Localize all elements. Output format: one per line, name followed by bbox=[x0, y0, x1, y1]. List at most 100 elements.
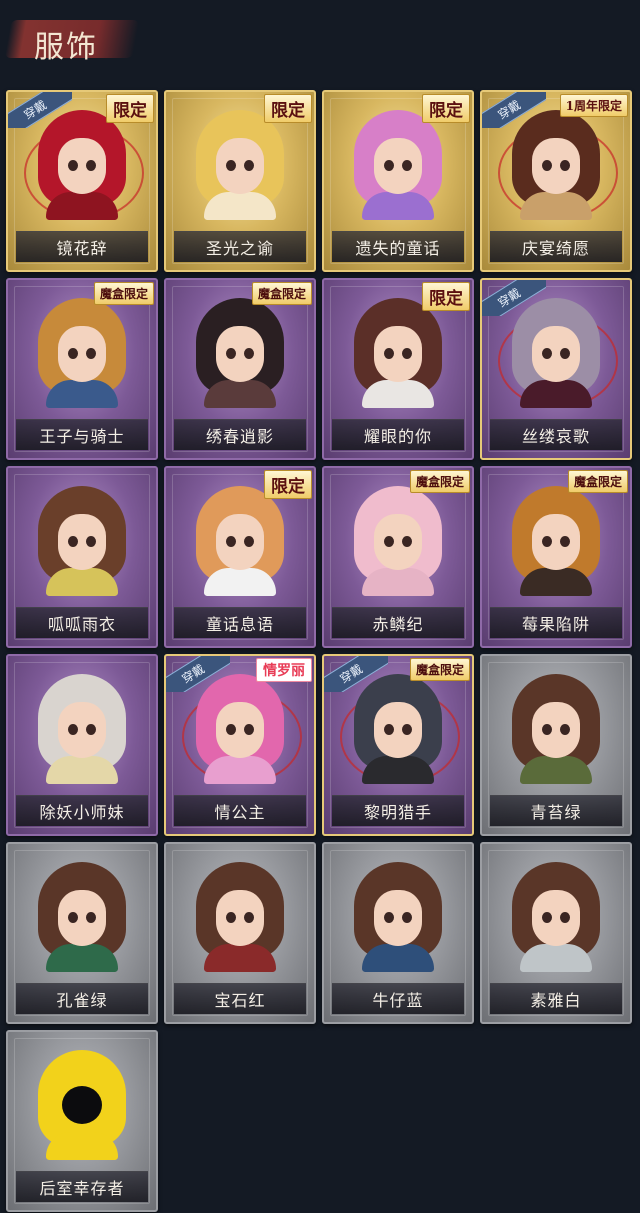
portrait-outfit bbox=[520, 944, 592, 972]
portrait-face bbox=[58, 138, 106, 194]
costume-portrait bbox=[32, 862, 132, 972]
portrait-outfit bbox=[520, 192, 592, 220]
costume-name: 黎明猎手 bbox=[363, 803, 432, 822]
costume-card[interactable]: 孔雀绿 bbox=[6, 842, 158, 1024]
worn-label: 穿戴 bbox=[482, 280, 546, 316]
portrait-eye bbox=[384, 912, 394, 923]
costume-card[interactable]: 宝石红 bbox=[164, 842, 316, 1024]
portrait-eye bbox=[402, 536, 412, 547]
portrait-eye bbox=[384, 724, 394, 735]
costume-card[interactable]: 呱呱雨衣 bbox=[6, 466, 158, 648]
portrait-outfit bbox=[362, 756, 434, 784]
worn-ribbon: 穿戴 bbox=[8, 92, 72, 128]
portrait-eye bbox=[68, 912, 78, 923]
costume-name-bar: 后室幸存者 bbox=[16, 1171, 148, 1202]
costume-portrait bbox=[506, 486, 606, 596]
costume-card[interactable]: 1周年限定 穿戴 庆宴绮愿 bbox=[480, 90, 632, 272]
portrait-outfit bbox=[46, 944, 118, 972]
portrait-eye bbox=[560, 724, 570, 735]
portrait-outfit bbox=[362, 944, 434, 972]
costume-portrait bbox=[32, 486, 132, 596]
worn-ribbon: 穿戴 bbox=[482, 92, 546, 128]
limited-tag: 限定 bbox=[264, 470, 312, 499]
portrait-outfit bbox=[520, 756, 592, 784]
costume-name: 宝石红 bbox=[214, 991, 266, 1010]
costume-portrait bbox=[506, 862, 606, 972]
costume-portrait bbox=[32, 298, 132, 408]
costume-name-bar: 绣春逍影 bbox=[174, 419, 306, 450]
costume-name-bar: 圣光之谕 bbox=[174, 231, 306, 262]
worn-ribbon: 穿戴 bbox=[324, 656, 388, 692]
portrait-eye bbox=[542, 348, 552, 359]
costume-card[interactable]: 素雅白 bbox=[480, 842, 632, 1024]
costume-card[interactable]: 魔盒限定 穿戴黎明猎手 bbox=[322, 654, 474, 836]
costume-card[interactable]: 青苔绿 bbox=[480, 654, 632, 836]
section-title: 服饰 bbox=[34, 30, 98, 65]
costume-card[interactable]: 魔盒限定绣春逍影 bbox=[164, 278, 316, 460]
portrait-eye bbox=[86, 724, 96, 735]
portrait-face bbox=[216, 138, 264, 194]
costume-name: 庆宴绮愿 bbox=[521, 239, 590, 258]
portrait-eye bbox=[68, 160, 78, 171]
portrait-outfit bbox=[204, 380, 276, 408]
portrait-eye bbox=[226, 348, 236, 359]
costume-card[interactable]: 限定 穿戴 镜花辞 bbox=[6, 90, 158, 272]
costume-name: 呱呱雨衣 bbox=[47, 615, 116, 634]
portrait-face bbox=[58, 326, 106, 382]
worn-ribbon: 穿戴 bbox=[166, 656, 230, 692]
portrait-face bbox=[374, 514, 422, 570]
costume-name: 王子与骑士 bbox=[39, 427, 125, 446]
limited-tag: 魔盒限定 bbox=[251, 282, 312, 305]
costume-card[interactable]: 后室幸存者 bbox=[6, 1030, 158, 1212]
costume-card[interactable]: 限定 圣光之谕 bbox=[164, 90, 316, 272]
costume-card[interactable]: 限定 遗失的童话 bbox=[322, 90, 474, 272]
worn-label: 穿戴 bbox=[324, 656, 388, 692]
costume-name-bar: 牛仔蓝 bbox=[332, 983, 464, 1014]
costume-name-bar: 黎明猎手 bbox=[332, 795, 464, 826]
portrait-face bbox=[58, 514, 106, 570]
costume-card[interactable]: 魔盒限定 莓果陷阱 bbox=[480, 466, 632, 648]
costume-card[interactable]: 魔盒限定 王子与骑士 bbox=[6, 278, 158, 460]
portrait-eye bbox=[560, 348, 570, 359]
costume-name-bar: 王子与骑士 bbox=[16, 419, 148, 450]
portrait-face bbox=[58, 702, 106, 758]
costume-portrait bbox=[190, 862, 290, 972]
limited-tag: 魔盒限定 bbox=[409, 658, 470, 681]
costume-card[interactable]: 穿戴 丝缕哀歌 bbox=[480, 278, 632, 460]
limited-tag: 限定 bbox=[422, 282, 470, 311]
portrait-eye bbox=[226, 160, 236, 171]
costume-name-bar: 莓果陷阱 bbox=[490, 607, 622, 638]
portrait-outfit bbox=[46, 756, 118, 784]
portrait-eye bbox=[560, 160, 570, 171]
portrait-outfit bbox=[46, 1132, 118, 1160]
costume-name: 童话息语 bbox=[205, 615, 274, 634]
portrait-face bbox=[216, 702, 264, 758]
portrait-eye bbox=[542, 160, 552, 171]
portrait-outfit bbox=[362, 568, 434, 596]
portrait-outfit bbox=[362, 380, 434, 408]
costume-name: 除妖小师妹 bbox=[39, 803, 125, 822]
costume-card[interactable]: 魔盒限定 赤鳞纪 bbox=[322, 466, 474, 648]
costume-name-bar: 耀眼的你 bbox=[332, 419, 464, 450]
costume-card[interactable]: 情罗丽 穿戴 情公主 bbox=[164, 654, 316, 836]
portrait-outfit bbox=[362, 192, 434, 220]
costume-card[interactable]: 除妖小师妹 bbox=[6, 654, 158, 836]
costume-card[interactable]: 限定童话息语 bbox=[164, 466, 316, 648]
portrait-face bbox=[374, 326, 422, 382]
portrait-face bbox=[532, 514, 580, 570]
portrait-eye bbox=[226, 536, 236, 547]
portrait-face bbox=[374, 890, 422, 946]
costume-card[interactable]: 限定耀眼的你 bbox=[322, 278, 474, 460]
portrait-eye bbox=[244, 724, 254, 735]
portrait-face bbox=[216, 514, 264, 570]
portrait-face bbox=[532, 702, 580, 758]
portrait-eye bbox=[68, 724, 78, 735]
portrait-eye bbox=[244, 912, 254, 923]
portrait-eye bbox=[384, 536, 394, 547]
portrait-eye bbox=[542, 536, 552, 547]
portrait-eye bbox=[244, 536, 254, 547]
costume-name-bar: 童话息语 bbox=[174, 607, 306, 638]
portrait-eye bbox=[226, 724, 236, 735]
costume-card[interactable]: 牛仔蓝 bbox=[322, 842, 474, 1024]
portrait-face bbox=[216, 326, 264, 382]
